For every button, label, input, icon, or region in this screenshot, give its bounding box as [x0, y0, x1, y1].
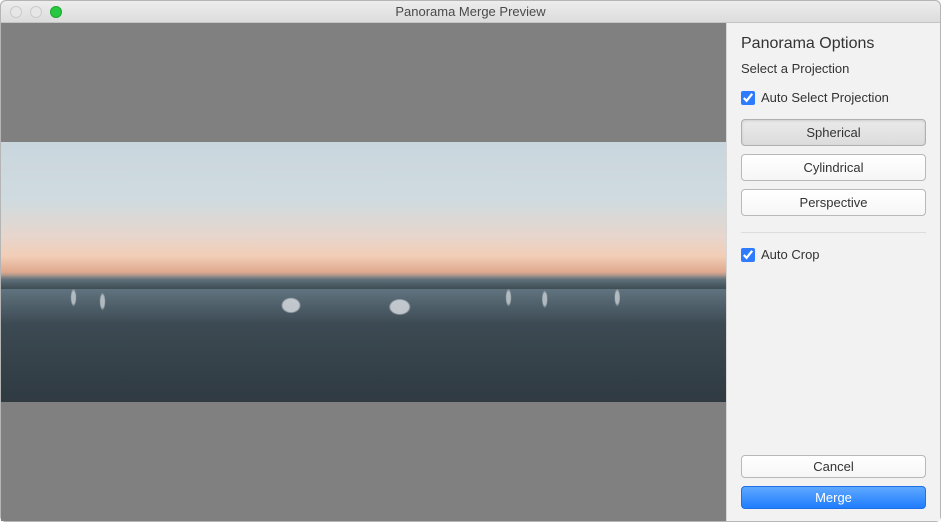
projection-perspective-button[interactable]: Perspective: [741, 189, 926, 216]
preview-area: [1, 23, 726, 521]
zoom-icon[interactable]: [50, 6, 62, 18]
window-body: Panorama Options Select a Projection Aut…: [1, 23, 940, 521]
auto-select-projection-label: Auto Select Projection: [761, 90, 889, 105]
projection-spherical-button[interactable]: Spherical: [741, 119, 926, 146]
cancel-button[interactable]: Cancel: [741, 455, 926, 478]
auto-select-projection-row[interactable]: Auto Select Projection: [741, 90, 926, 105]
panorama-image: [1, 142, 726, 402]
auto-select-projection-checkbox[interactable]: [741, 91, 755, 105]
window-title: Panorama Merge Preview: [1, 4, 940, 19]
minimize-icon[interactable]: [30, 6, 42, 18]
options-sidebar: Panorama Options Select a Projection Aut…: [726, 23, 940, 521]
sidebar-spacer: [741, 276, 926, 455]
separator: [741, 232, 926, 233]
close-icon[interactable]: [10, 6, 22, 18]
options-heading: Panorama Options: [741, 35, 926, 53]
auto-crop-row[interactable]: Auto Crop: [741, 247, 926, 262]
panorama-image-detail: [1, 282, 726, 360]
auto-crop-checkbox[interactable]: [741, 248, 755, 262]
projection-cylindrical-button[interactable]: Cylindrical: [741, 154, 926, 181]
merge-button[interactable]: Merge: [741, 486, 926, 509]
titlebar: Panorama Merge Preview: [1, 1, 940, 23]
projection-subheading: Select a Projection: [741, 61, 926, 76]
panorama-merge-window: Panorama Merge Preview Panorama Options …: [0, 0, 941, 522]
auto-crop-label: Auto Crop: [761, 247, 820, 262]
window-controls: [10, 6, 62, 18]
